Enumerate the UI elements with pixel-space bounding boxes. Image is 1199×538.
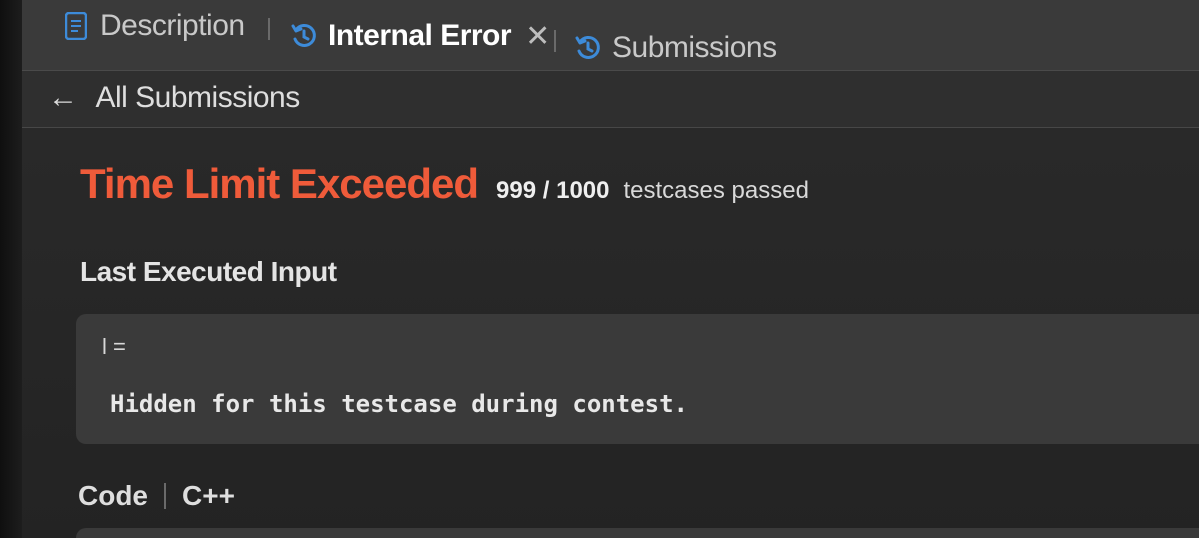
- input-variable-value: Hidden for this testcase during contest.: [110, 390, 688, 418]
- tab-separator: [268, 18, 270, 40]
- code-box: [76, 528, 1199, 538]
- code-label: Code: [78, 480, 148, 511]
- code-language: C++: [182, 480, 235, 511]
- input-variable-name: l =: [102, 334, 126, 359]
- close-icon[interactable]: ✕: [525, 19, 550, 54]
- tab-description[interactable]: Description: [62, 6, 245, 46]
- testcases-passed-count: 999 / 1000: [496, 177, 610, 204]
- history-icon: [290, 20, 318, 52]
- tab-submissions[interactable]: Submissions: [574, 28, 777, 68]
- arrow-left-icon: ←: [48, 81, 78, 114]
- tab-internal-error-label: Internal Error: [328, 19, 512, 52]
- document-icon: [62, 10, 90, 42]
- history-icon: [574, 32, 602, 64]
- all-submissions-link[interactable]: ← All Submissions: [48, 81, 300, 115]
- tab-submissions-label: Submissions: [612, 31, 777, 64]
- last-executed-input-title: Last Executed Input: [80, 256, 337, 287]
- app-window: Description Internal Error ✕ Submissions…: [0, 0, 1199, 538]
- tab-separator: [554, 30, 556, 52]
- testcases-passed-label: testcases passed: [623, 177, 809, 204]
- code-section-header: Code C++: [78, 480, 235, 512]
- result-summary: Time Limit Exceeded 999 / 1000 testcases…: [80, 160, 809, 208]
- tab-internal-error[interactable]: Internal Error ✕: [290, 16, 550, 56]
- all-submissions-label: All Submissions: [95, 81, 301, 114]
- screen-bezel: [0, 0, 22, 538]
- submission-header: ← All Submissions: [22, 71, 1199, 128]
- last-executed-input-box: l = Hidden for this testcase during cont…: [76, 314, 1199, 444]
- tab-bar: Description Internal Error ✕ Submissions: [22, 0, 1199, 71]
- status-verdict: Time Limit Exceeded: [80, 160, 479, 207]
- code-separator: [164, 483, 166, 509]
- tab-description-label: Description: [100, 9, 245, 42]
